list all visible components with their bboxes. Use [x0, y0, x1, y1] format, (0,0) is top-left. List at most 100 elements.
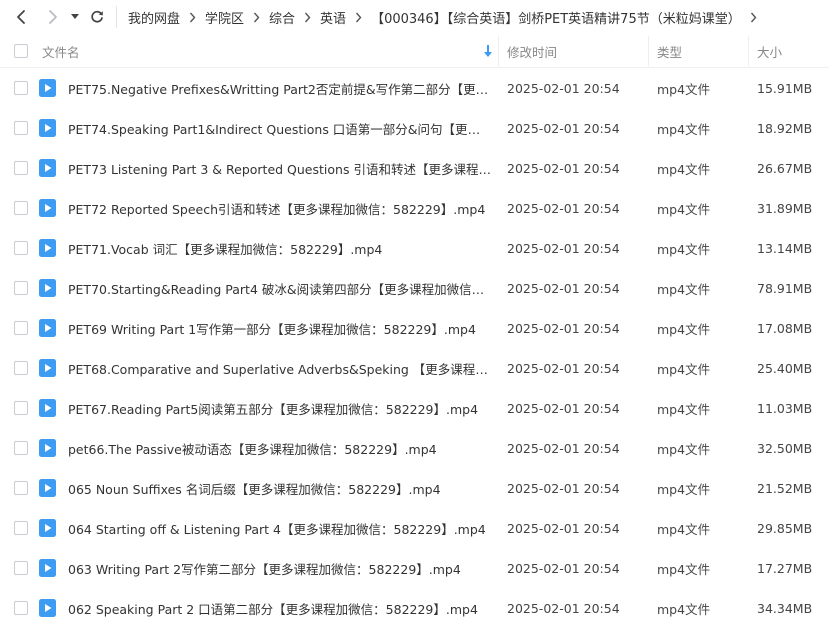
column-header-name[interactable]: 文件名: [42, 34, 80, 68]
video-file-icon: [39, 279, 56, 297]
refresh-button[interactable]: [86, 5, 108, 29]
row-checkbox[interactable]: [14, 601, 28, 615]
file-type: mp4文件: [657, 201, 711, 217]
chevron-right-icon: [253, 12, 260, 23]
file-modified-time: 2025-02-01 20:54: [507, 160, 620, 176]
file-type: mp4文件: [657, 81, 711, 97]
history-dropdown-button[interactable]: [68, 5, 82, 29]
refresh-icon: [91, 10, 103, 23]
file-list-header: 文件名 修改时间 类型 大小: [0, 34, 829, 68]
file-size: 18.92MB: [757, 120, 813, 136]
file-type: mp4文件: [657, 121, 711, 137]
file-row[interactable]: PET68.Comparative and Superlative Adverb…: [0, 348, 829, 388]
file-type: mp4文件: [657, 321, 711, 337]
file-name[interactable]: 064 Starting off & Listening Part 4【更多课程…: [68, 508, 492, 548]
video-file-icon: [39, 439, 56, 457]
sort-down-arrow-icon[interactable]: [484, 34, 492, 68]
file-name[interactable]: PET68.Comparative and Superlative Adverb…: [68, 348, 492, 388]
column-divider[interactable]: [748, 36, 749, 66]
file-row[interactable]: 064 Starting off & Listening Part 4【更多课程…: [0, 508, 829, 548]
file-name[interactable]: PET73 Listening Part 3 & Reported Questi…: [68, 148, 492, 188]
chevron-right-icon: [304, 12, 311, 23]
file-name[interactable]: 065 Noun Suffixes 名词后缀【更多课程加微信：582229】.m…: [68, 468, 492, 508]
row-checkbox[interactable]: [14, 361, 28, 375]
file-row[interactable]: PET70.Starting&Reading Part4 破冰&阅读第四部分【更…: [0, 268, 829, 308]
file-name[interactable]: pet66.The Passive被动语态【更多课程加微信：582229】.mp…: [68, 428, 492, 468]
breadcrumb-current[interactable]: 【000346】【综合英语】剑桥PET英语精讲75节（米粒妈课堂）: [371, 8, 741, 27]
video-file-icon: [39, 159, 56, 177]
file-name[interactable]: PET71.Vocab 词汇【更多课程加微信：582229】.mp4: [68, 228, 492, 268]
file-type: mp4文件: [657, 241, 711, 257]
row-checkbox[interactable]: [14, 81, 28, 95]
file-size: 13.14MB: [757, 240, 813, 256]
row-checkbox[interactable]: [14, 441, 28, 455]
navigation-bar: 我的网盘 学院区 综合 英语 【000346】【综合英语】剑桥PET英语精讲75…: [0, 0, 829, 34]
file-row[interactable]: PET69 Writing Part 1写作第一部分【更多课程加微信：58222…: [0, 308, 829, 348]
breadcrumb-item[interactable]: 学院区: [205, 8, 244, 27]
file-row[interactable]: PET75.Negative Prefixes&Writting Part2否定…: [0, 68, 829, 108]
file-row[interactable]: 062 Speaking Part 2 口语第二部分【更多课程加微信：58222…: [0, 588, 829, 628]
row-checkbox[interactable]: [14, 121, 28, 135]
file-modified-time: 2025-02-01 20:54: [507, 560, 620, 576]
file-name[interactable]: 063 Writing Part 2写作第二部分【更多课程加微信：582229】…: [68, 548, 492, 588]
file-modified-time: 2025-02-01 20:54: [507, 320, 620, 336]
file-size: 25.40MB: [757, 360, 813, 376]
row-checkbox[interactable]: [14, 401, 28, 415]
column-header-time[interactable]: 修改时间: [507, 34, 557, 68]
video-file-icon: [39, 199, 56, 217]
column-divider[interactable]: [648, 36, 649, 66]
breadcrumb-item[interactable]: 英语: [320, 8, 346, 27]
file-name[interactable]: PET74.Speaking Part1&Indirect Questions …: [68, 108, 492, 148]
file-row[interactable]: PET73 Listening Part 3 & Reported Questi…: [0, 148, 829, 188]
file-name[interactable]: PET72 Reported Speech引语和转述【更多课程加微信：58222…: [68, 188, 492, 228]
row-checkbox[interactable]: [14, 241, 28, 255]
video-file-icon: [39, 119, 56, 137]
file-size: 11.03MB: [757, 400, 813, 416]
row-checkbox[interactable]: [14, 321, 28, 335]
column-header-type[interactable]: 类型: [657, 34, 682, 68]
breadcrumb-item[interactable]: 综合: [269, 8, 295, 27]
video-file-icon: [39, 359, 56, 377]
file-size: 21.52MB: [757, 480, 813, 496]
file-modified-time: 2025-02-01 20:54: [507, 360, 620, 376]
video-file-icon: [39, 79, 56, 97]
row-checkbox[interactable]: [14, 481, 28, 495]
row-checkbox[interactable]: [14, 201, 28, 215]
column-header-size[interactable]: 大小: [757, 34, 782, 68]
file-row[interactable]: PET67.Reading Part5阅读第五部分【更多课程加微信：582229…: [0, 388, 829, 428]
breadcrumb-item[interactable]: 我的网盘: [128, 8, 180, 27]
video-file-icon: [39, 319, 56, 337]
chevron-left-icon: [17, 10, 25, 24]
file-name[interactable]: PET67.Reading Part5阅读第五部分【更多课程加微信：582229…: [68, 388, 492, 428]
file-name[interactable]: PET69 Writing Part 1写作第一部分【更多课程加微信：58222…: [68, 308, 492, 348]
file-size: 32.50MB: [757, 440, 813, 456]
column-divider[interactable]: [498, 36, 499, 66]
file-name[interactable]: 062 Speaking Part 2 口语第二部分【更多课程加微信：58222…: [68, 588, 492, 628]
file-row[interactable]: pet66.The Passive被动语态【更多课程加微信：582229】.mp…: [0, 428, 829, 468]
file-name[interactable]: PET75.Negative Prefixes&Writting Part2否定…: [68, 68, 492, 108]
row-checkbox[interactable]: [14, 281, 28, 295]
back-button[interactable]: [10, 5, 32, 29]
video-file-icon: [39, 559, 56, 577]
file-type: mp4文件: [657, 561, 711, 577]
video-file-icon: [39, 479, 56, 497]
file-name[interactable]: PET70.Starting&Reading Part4 破冰&阅读第四部分【更…: [68, 268, 492, 308]
file-modified-time: 2025-02-01 20:54: [507, 440, 620, 456]
file-size: 34.34MB: [757, 600, 813, 616]
forward-button[interactable]: [42, 5, 64, 29]
file-row[interactable]: PET72 Reported Speech引语和转述【更多课程加微信：58222…: [0, 188, 829, 228]
file-size: 15.91MB: [757, 80, 813, 96]
row-checkbox[interactable]: [14, 561, 28, 575]
row-checkbox[interactable]: [14, 521, 28, 535]
select-all-checkbox[interactable]: [14, 44, 28, 58]
file-modified-time: 2025-02-01 20:54: [507, 120, 620, 136]
caret-down-icon: [71, 14, 79, 19]
file-modified-time: 2025-02-01 20:54: [507, 600, 620, 616]
file-row[interactable]: PET74.Speaking Part1&Indirect Questions …: [0, 108, 829, 148]
file-row[interactable]: PET71.Vocab 词汇【更多课程加微信：582229】.mp4 2025-0…: [0, 228, 829, 268]
file-row[interactable]: 063 Writing Part 2写作第二部分【更多课程加微信：582229】…: [0, 548, 829, 588]
file-modified-time: 2025-02-01 20:54: [507, 520, 620, 536]
file-row[interactable]: 065 Noun Suffixes 名词后缀【更多课程加微信：582229】.m…: [0, 468, 829, 508]
row-checkbox[interactable]: [14, 161, 28, 175]
breadcrumb: 我的网盘 学院区 综合 英语 【000346】【综合英语】剑桥PET英语精讲75…: [128, 0, 829, 34]
